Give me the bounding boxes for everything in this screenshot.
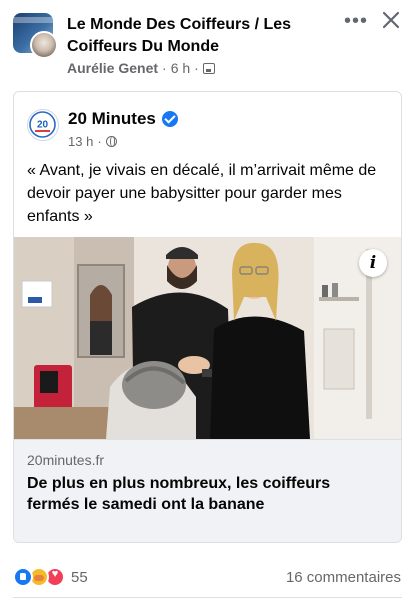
meta-separator: · xyxy=(162,60,167,76)
comments-count-link[interactable]: 16 commentaires xyxy=(286,569,401,586)
like-reaction-icon xyxy=(13,567,33,587)
link-title[interactable]: De plus en plus nombreux, les coiffeurs … xyxy=(27,473,387,515)
source-logo-text: 20 xyxy=(37,120,49,131)
meta-separator: · xyxy=(194,60,199,76)
article-image[interactable]: i xyxy=(14,237,401,439)
shared-post-card[interactable]: 20 20 Minutes 13 h · « Avant, je vivais … xyxy=(13,91,402,543)
verified-icon xyxy=(161,111,178,127)
post-meta: Aurélie Genet · 6 h · xyxy=(67,60,215,76)
link-preview[interactable]: 20minutes.fr De plus en plus nombreux, l… xyxy=(14,439,401,542)
more-options-icon[interactable]: ••• xyxy=(343,10,369,34)
salon-photo xyxy=(14,237,401,439)
source-name[interactable]: 20 Minutes xyxy=(68,109,178,129)
source-avatar[interactable]: 20 xyxy=(27,109,59,141)
reaction-icons[interactable] xyxy=(13,567,69,587)
photo-icon xyxy=(202,62,215,74)
source-time-link[interactable]: 13 h xyxy=(68,134,93,149)
post-time-link[interactable]: 6 h xyxy=(171,60,190,76)
post-header: Le Monde Des Coiffeurs / Les Coiffeurs D… xyxy=(0,0,415,86)
post-quote-text: « Avant, je vivais en décalé, il m’arriv… xyxy=(27,162,377,225)
globe-icon xyxy=(105,136,117,147)
source-meta: 13 h · xyxy=(68,134,117,149)
info-icon[interactable]: i xyxy=(359,249,387,277)
close-icon[interactable] xyxy=(379,8,403,32)
engagement-bar: 55 16 commentaires xyxy=(0,560,415,596)
group-name-link[interactable]: Le Monde Des Coiffeurs / Les Coiffeurs D… xyxy=(67,14,327,58)
reaction-count[interactable]: 55 xyxy=(71,569,88,586)
author-name-link[interactable]: Aurélie Genet xyxy=(67,60,158,76)
meta-separator: · xyxy=(97,134,102,149)
source-name-link[interactable]: 20 Minutes xyxy=(68,109,156,129)
author-avatar[interactable] xyxy=(30,31,58,59)
divider xyxy=(13,597,402,598)
link-domain: 20minutes.fr xyxy=(27,452,105,468)
